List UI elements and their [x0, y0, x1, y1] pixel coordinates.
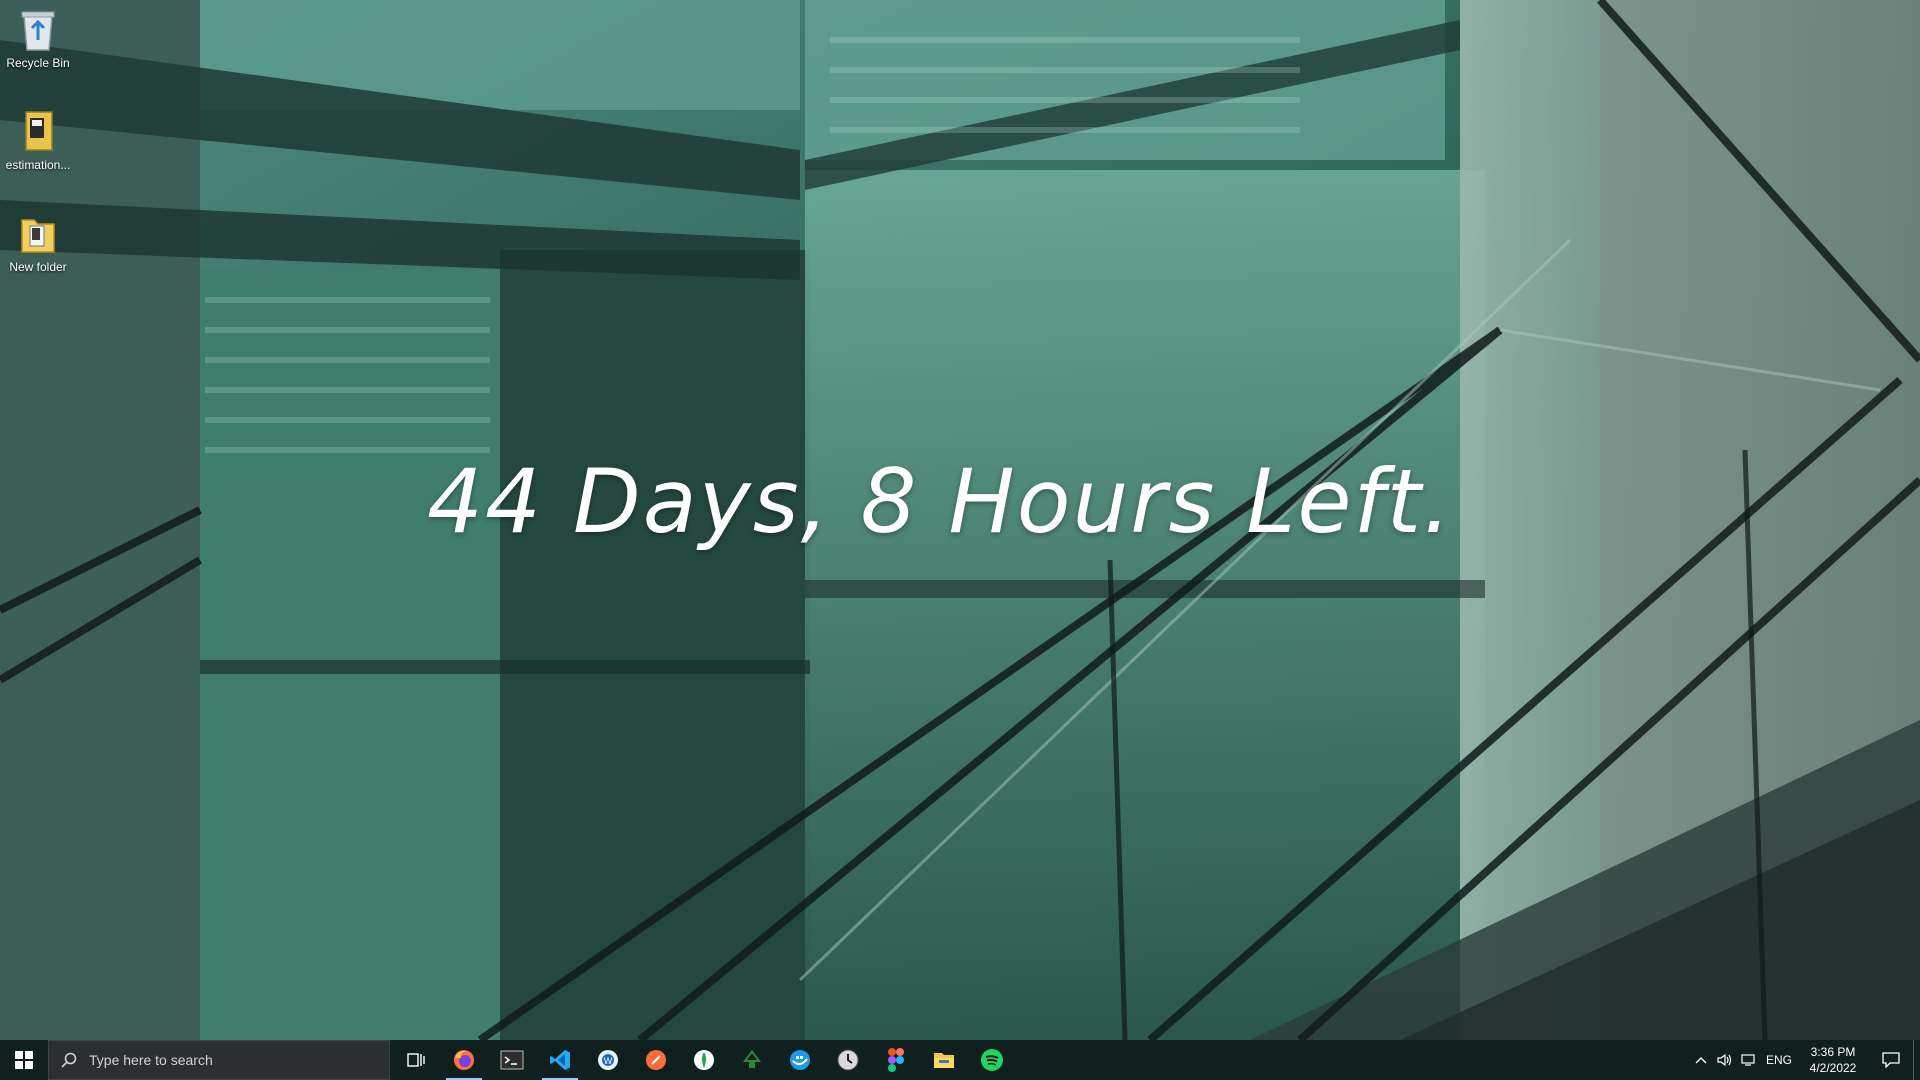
taskbar-app-spotify[interactable]	[968, 1040, 1016, 1080]
taskbar-app-postman[interactable]	[632, 1040, 680, 1080]
task-view-button[interactable]	[392, 1040, 440, 1080]
desktop-icon-estimation[interactable]: estimation...	[2, 108, 74, 172]
desktop: Recycle Bin estimation... New folder 44 …	[0, 0, 1920, 1080]
figma-icon	[888, 1048, 904, 1072]
recycle-bin-icon	[21, 11, 55, 51]
windows-logo-icon	[15, 1051, 33, 1069]
taskbar-app-file-explorer[interactable]	[920, 1040, 968, 1080]
docker-icon	[790, 1050, 810, 1070]
clock[interactable]: 3:36 PM 4/2/2022	[1797, 1044, 1869, 1076]
terminal-icon	[500, 1050, 524, 1070]
search-icon	[49, 1052, 89, 1068]
clock-date: 4/2/2022	[1809, 1061, 1857, 1075]
mongodb-icon	[694, 1050, 714, 1070]
search-placeholder: Type here to search	[89, 1052, 213, 1068]
chevron-up-icon[interactable]	[1689, 1040, 1713, 1080]
taskbar-app-mongodb[interactable]	[680, 1040, 728, 1080]
countdown-text: 44 Days, 8 Hours Left.	[427, 450, 1453, 553]
desktop-icon-label: New folder	[9, 260, 67, 274]
notification-center-button[interactable]	[1869, 1040, 1913, 1080]
system-tray: ENG 3:36 PM 4/2/2022	[1689, 1040, 1920, 1080]
start-button[interactable]	[0, 1040, 48, 1080]
network-icon[interactable]	[1737, 1040, 1761, 1080]
vscode-icon	[550, 1050, 570, 1070]
search-box[interactable]: Type here to search	[48, 1040, 390, 1080]
taskbar-app-browser[interactable]: W	[584, 1040, 632, 1080]
spotify-icon	[981, 1049, 1003, 1071]
desktop-icon-label: estimation...	[5, 158, 71, 172]
show-desktop-button[interactable]	[1913, 1040, 1920, 1080]
taskbar: Type here to search W ENG 3:36 PM 4/2/20…	[0, 1040, 1920, 1080]
inkscape-icon	[743, 1050, 761, 1068]
postman-icon	[646, 1050, 666, 1070]
taskbar-app-figma[interactable]	[872, 1040, 920, 1080]
taskbar-app-terminal[interactable]	[488, 1040, 536, 1080]
folder-icon	[21, 219, 55, 253]
taskbar-app-inkscape[interactable]	[728, 1040, 776, 1080]
file-icon	[25, 111, 53, 151]
taskbar-app-clock[interactable]	[824, 1040, 872, 1080]
taskbar-app-vscode[interactable]	[536, 1040, 584, 1080]
svg-text:W: W	[604, 1056, 613, 1066]
file-explorer-icon	[934, 1053, 954, 1068]
language-indicator[interactable]: ENG	[1761, 1053, 1797, 1067]
task-view-icon	[407, 1053, 425, 1067]
desktop-icon-recycle-bin[interactable]: Recycle Bin	[2, 6, 74, 70]
desktop-icon-label: Recycle Bin	[6, 56, 70, 70]
browser-icon: W	[598, 1050, 618, 1070]
notification-icon	[1882, 1052, 1900, 1068]
desktop-icon-new-folder[interactable]: New folder	[2, 210, 74, 274]
firefox-icon	[454, 1050, 474, 1070]
clock-time: 3:36 PM	[1810, 1045, 1856, 1059]
taskbar-app-firefox[interactable]	[440, 1040, 488, 1080]
taskbar-app-docker[interactable]	[776, 1040, 824, 1080]
volume-icon[interactable]	[1713, 1040, 1737, 1080]
clock-app-icon	[837, 1049, 859, 1071]
